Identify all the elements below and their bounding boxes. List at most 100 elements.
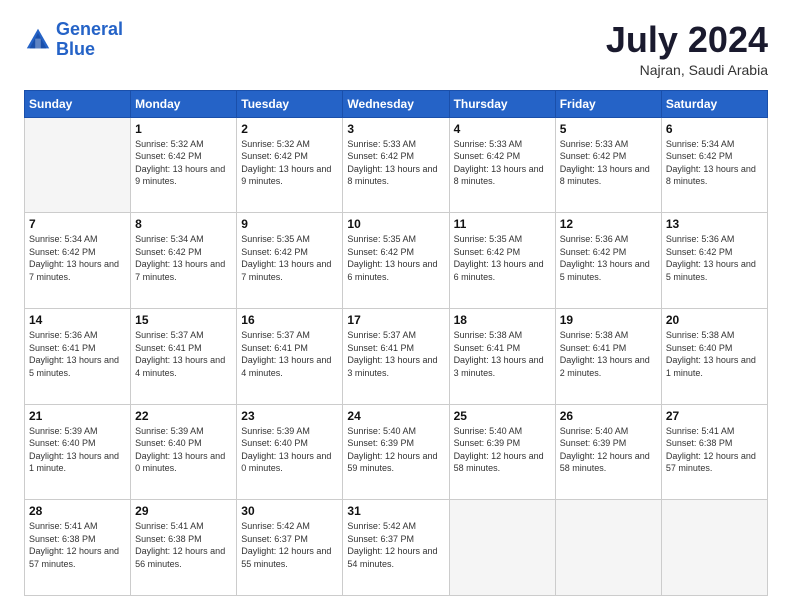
day-info: Sunrise: 5:34 AM Sunset: 6:42 PM Dayligh… xyxy=(135,233,232,283)
day-info: Sunrise: 5:32 AM Sunset: 6:42 PM Dayligh… xyxy=(135,138,232,188)
calendar-cell: 11 Sunrise: 5:35 AM Sunset: 6:42 PM Dayli… xyxy=(449,213,555,309)
day-info: Sunrise: 5:35 AM Sunset: 6:42 PM Dayligh… xyxy=(454,233,551,283)
calendar-cell: 22Sunrise: 5:39 AM Sunset: 6:40 PM Dayli… xyxy=(131,404,237,500)
week-row-4: 21 Sunrise: 5:39 AM Sunset: 6:40 PM Dayli… xyxy=(25,404,768,500)
day-info: Sunrise: 5:35 AM Sunset: 6:42 PM Dayligh… xyxy=(347,233,444,283)
day-number: 15 xyxy=(135,313,232,327)
calendar-cell: 2 Sunrise: 5:32 AM Sunset: 6:42 PM Daylig… xyxy=(237,117,343,213)
week-row-1: 1Sunrise: 5:32 AM Sunset: 6:42 PM Daylig… xyxy=(25,117,768,213)
day-number: 30 xyxy=(241,504,338,518)
day-header-thursday: Thursday xyxy=(449,90,555,117)
day-number: 10 xyxy=(347,217,444,231)
day-info: Sunrise: 5:38 AM Sunset: 6:40 PM Dayligh… xyxy=(666,329,763,379)
calendar-cell: 3Sunrise: 5:33 AM Sunset: 6:42 PM Daylig… xyxy=(343,117,449,213)
day-info: Sunrise: 5:41 AM Sunset: 6:38 PM Dayligh… xyxy=(135,520,232,570)
day-number: 31 xyxy=(347,504,444,518)
title-block: July 2024 Najran, Saudi Arabia xyxy=(606,20,768,78)
day-info: Sunrise: 5:33 AM Sunset: 6:42 PM Dayligh… xyxy=(560,138,657,188)
calendar-cell: 6 Sunrise: 5:34 AM Sunset: 6:42 PM Daylig… xyxy=(661,117,767,213)
day-info: Sunrise: 5:39 AM Sunset: 6:40 PM Dayligh… xyxy=(135,425,232,475)
logo-line1: General xyxy=(56,19,123,39)
day-info: Sunrise: 5:39 AM Sunset: 6:40 PM Dayligh… xyxy=(241,425,338,475)
day-number: 29 xyxy=(135,504,232,518)
calendar-cell: 7 Sunrise: 5:34 AM Sunset: 6:42 PM Daylig… xyxy=(25,213,131,309)
day-number: 11 xyxy=(454,217,551,231)
day-number: 6 xyxy=(666,122,763,136)
calendar-cell: 5 Sunrise: 5:33 AM Sunset: 6:42 PM Daylig… xyxy=(555,117,661,213)
day-info: Sunrise: 5:36 AM Sunset: 6:42 PM Dayligh… xyxy=(560,233,657,283)
calendar-cell: 21 Sunrise: 5:39 AM Sunset: 6:40 PM Dayli… xyxy=(25,404,131,500)
calendar-cell: 18Sunrise: 5:38 AM Sunset: 6:41 PM Dayli… xyxy=(449,308,555,404)
day-number: 12 xyxy=(560,217,657,231)
day-info: Sunrise: 5:39 AM Sunset: 6:40 PM Dayligh… xyxy=(29,425,126,475)
calendar-cell: 20 Sunrise: 5:38 AM Sunset: 6:40 PM Dayli… xyxy=(661,308,767,404)
day-number: 24 xyxy=(347,409,444,423)
day-number: 14 xyxy=(29,313,126,327)
week-row-2: 7 Sunrise: 5:34 AM Sunset: 6:42 PM Daylig… xyxy=(25,213,768,309)
day-number: 7 xyxy=(29,217,126,231)
page: General Blue July 2024 Najran, Saudi Ara… xyxy=(0,0,792,612)
day-header-tuesday: Tuesday xyxy=(237,90,343,117)
calendar-cell: 28Sunrise: 5:41 AM Sunset: 6:38 PM Dayli… xyxy=(25,500,131,596)
calendar-cell: 31 Sunrise: 5:42 AM Sunset: 6:37 PM Dayli… xyxy=(343,500,449,596)
day-number: 3 xyxy=(347,122,444,136)
calendar-cell xyxy=(661,500,767,596)
day-info: Sunrise: 5:40 AM Sunset: 6:39 PM Dayligh… xyxy=(560,425,657,475)
day-info: Sunrise: 5:42 AM Sunset: 6:37 PM Dayligh… xyxy=(241,520,338,570)
day-number: 16 xyxy=(241,313,338,327)
day-number: 28 xyxy=(29,504,126,518)
header: General Blue July 2024 Najran, Saudi Ara… xyxy=(24,20,768,78)
day-info: Sunrise: 5:36 AM Sunset: 6:41 PM Dayligh… xyxy=(29,329,126,379)
calendar-cell: 13 Sunrise: 5:36 AM Sunset: 6:42 PM Dayli… xyxy=(661,213,767,309)
day-header-sunday: Sunday xyxy=(25,90,131,117)
logo-icon xyxy=(24,26,52,54)
calendar: SundayMondayTuesdayWednesdayThursdayFrid… xyxy=(24,90,768,596)
day-header-saturday: Saturday xyxy=(661,90,767,117)
day-number: 23 xyxy=(241,409,338,423)
month-title: July 2024 xyxy=(606,20,768,60)
calendar-cell: 23 Sunrise: 5:39 AM Sunset: 6:40 PM Dayli… xyxy=(237,404,343,500)
day-number: 26 xyxy=(560,409,657,423)
calendar-cell: 24 Sunrise: 5:40 AM Sunset: 6:39 PM Dayli… xyxy=(343,404,449,500)
day-header-monday: Monday xyxy=(131,90,237,117)
day-info: Sunrise: 5:42 AM Sunset: 6:37 PM Dayligh… xyxy=(347,520,444,570)
day-number: 17 xyxy=(347,313,444,327)
day-info: Sunrise: 5:37 AM Sunset: 6:41 PM Dayligh… xyxy=(135,329,232,379)
day-info: Sunrise: 5:34 AM Sunset: 6:42 PM Dayligh… xyxy=(666,138,763,188)
calendar-cell: 15 Sunrise: 5:37 AM Sunset: 6:41 PM Dayli… xyxy=(131,308,237,404)
day-number: 21 xyxy=(29,409,126,423)
day-header-wednesday: Wednesday xyxy=(343,90,449,117)
day-info: Sunrise: 5:40 AM Sunset: 6:39 PM Dayligh… xyxy=(347,425,444,475)
calendar-cell: 29 Sunrise: 5:41 AM Sunset: 6:38 PM Dayli… xyxy=(131,500,237,596)
day-number: 5 xyxy=(560,122,657,136)
day-number: 4 xyxy=(454,122,551,136)
day-number: 25 xyxy=(454,409,551,423)
week-row-3: 14 Sunrise: 5:36 AM Sunset: 6:41 PM Dayli… xyxy=(25,308,768,404)
day-number: 2 xyxy=(241,122,338,136)
calendar-cell: 19Sunrise: 5:38 AM Sunset: 6:41 PM Dayli… xyxy=(555,308,661,404)
day-number: 13 xyxy=(666,217,763,231)
day-info: Sunrise: 5:32 AM Sunset: 6:42 PM Dayligh… xyxy=(241,138,338,188)
day-number: 18 xyxy=(454,313,551,327)
calendar-cell: 27Sunrise: 5:41 AM Sunset: 6:38 PM Dayli… xyxy=(661,404,767,500)
day-number: 8 xyxy=(135,217,232,231)
calendar-cell: 17Sunrise: 5:37 AM Sunset: 6:41 PM Dayli… xyxy=(343,308,449,404)
day-header-friday: Friday xyxy=(555,90,661,117)
week-row-5: 28 Sunrise: 5:41 AM Sunset: 6:38 PM Dayli… xyxy=(25,500,768,596)
location: Najran, Saudi Arabia xyxy=(606,62,768,78)
day-info: Sunrise: 5:34 AM Sunset: 6:42 PM Dayligh… xyxy=(29,233,126,283)
calendar-cell: 16 Sunrise: 5:37 AM Sunset: 6:41 PM Dayli… xyxy=(237,308,343,404)
calendar-cell: 8 Sunrise: 5:34 AM Sunset: 6:42 PM Daylig… xyxy=(131,213,237,309)
day-number: 27 xyxy=(666,409,763,423)
calendar-cell: 4 Sunrise: 5:33 AM Sunset: 6:42 PM Daylig… xyxy=(449,117,555,213)
calendar-cell: 9Sunrise: 5:35 AM Sunset: 6:42 PM Daylig… xyxy=(237,213,343,309)
logo: General Blue xyxy=(24,20,123,60)
day-number: 20 xyxy=(666,313,763,327)
day-info: Sunrise: 5:36 AM Sunset: 6:42 PM Dayligh… xyxy=(666,233,763,283)
calendar-cell: 1Sunrise: 5:32 AM Sunset: 6:42 PM Daylig… xyxy=(131,117,237,213)
day-info: Sunrise: 5:33 AM Sunset: 6:42 PM Dayligh… xyxy=(454,138,551,188)
logo-text: General Blue xyxy=(56,20,123,60)
day-info: Sunrise: 5:38 AM Sunset: 6:41 PM Dayligh… xyxy=(560,329,657,379)
day-info: Sunrise: 5:37 AM Sunset: 6:41 PM Dayligh… xyxy=(241,329,338,379)
calendar-cell xyxy=(555,500,661,596)
